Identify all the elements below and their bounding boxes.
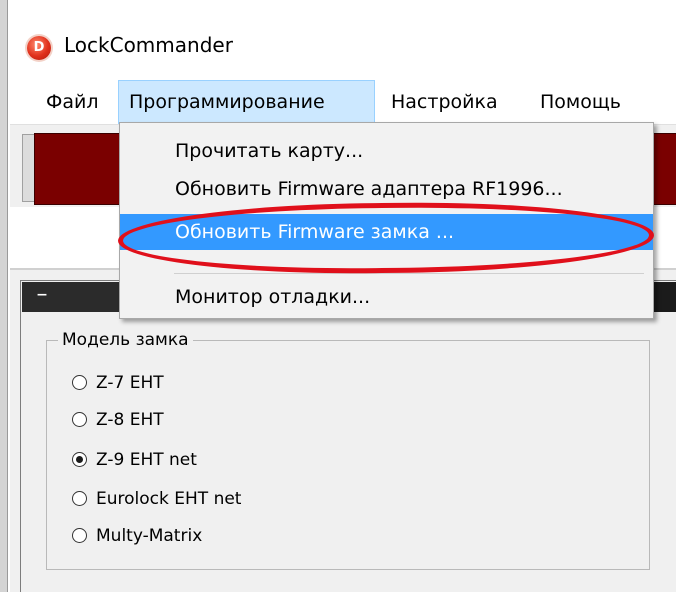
window-title: LockCommander — [64, 33, 233, 57]
radio-button-checked-icon[interactable] — [72, 452, 87, 467]
menu-file[interactable]: Файл — [36, 80, 109, 124]
window-left-border — [0, 0, 8, 592]
menu-item-read-card[interactable]: Прочитать карту... — [120, 133, 653, 169]
lock-model-title: Модель замка — [58, 330, 193, 350]
radio-label: Z-9 EHT net — [96, 450, 197, 470]
menu-item-debug-monitor[interactable]: Монитор отладки... — [120, 279, 653, 315]
menu-help[interactable]: Помощь — [530, 80, 631, 124]
app-logo-letter: D — [33, 40, 45, 55]
status-panel-edge — [652, 133, 676, 205]
panel-header-edge — [652, 282, 676, 312]
radio-label: Z-8 EHT — [96, 410, 164, 430]
status-panel — [34, 133, 126, 205]
radio-button-icon[interactable] — [72, 412, 87, 427]
menu-separator — [174, 273, 644, 274]
radio-button-icon[interactable] — [72, 491, 87, 506]
radio-label: Multy-Matrix — [96, 526, 203, 546]
radio-label: Eurolock EHT net — [96, 489, 242, 509]
menu-item-update-adapter-firmware[interactable]: Обновить Firmware адаптера RF1996... — [120, 171, 653, 207]
menu-settings[interactable]: Настройка — [381, 80, 508, 124]
collapse-button[interactable]: – — [32, 283, 52, 309]
radio-button-icon[interactable] — [72, 375, 87, 390]
menu-programming[interactable]: Программирование — [118, 80, 375, 124]
radio-button-icon[interactable] — [72, 528, 87, 543]
radio-label: Z-7 EHT — [96, 373, 164, 393]
